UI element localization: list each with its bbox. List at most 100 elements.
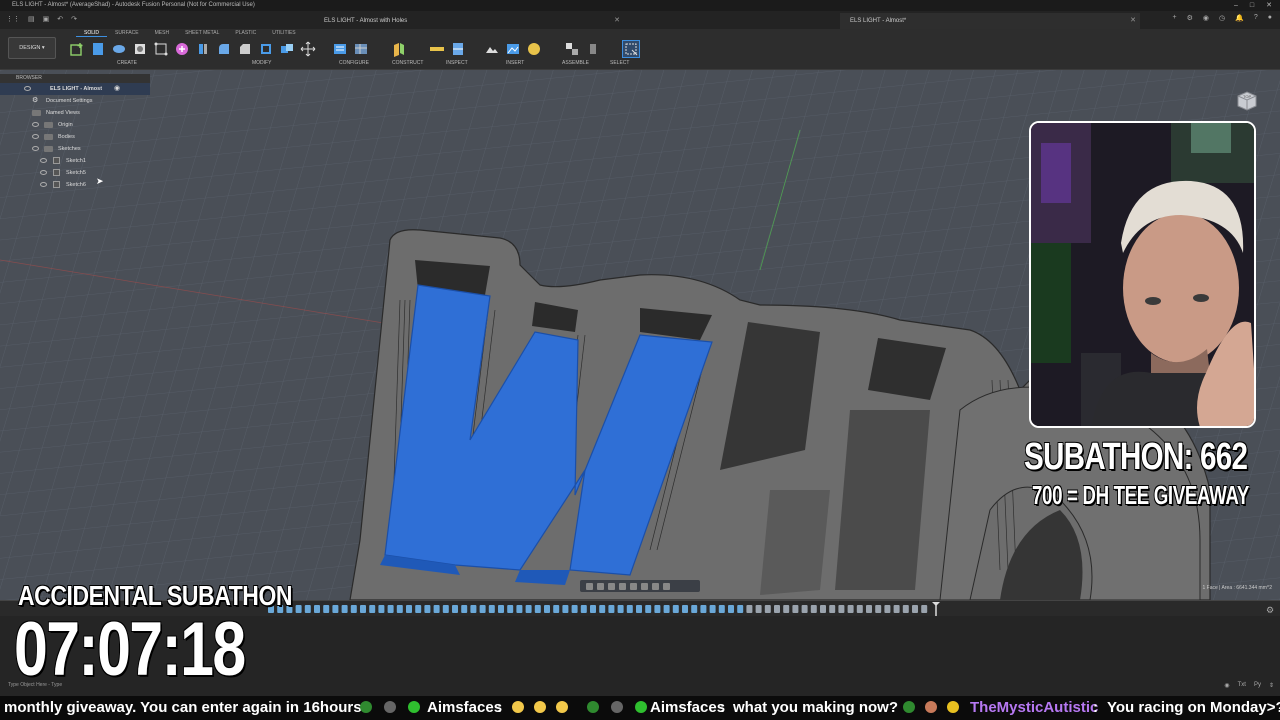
- close-icon[interactable]: ✕: [614, 13, 620, 29]
- timeline-feature-icon[interactable]: [433, 605, 440, 613]
- timeline-feature-icon[interactable]: [691, 605, 698, 613]
- timeline-feature-icon[interactable]: [599, 605, 606, 613]
- viewports-icon[interactable]: [663, 582, 670, 590]
- timeline-feature-icon[interactable]: [562, 605, 569, 613]
- zoom-icon[interactable]: [619, 582, 626, 590]
- tab-solid[interactable]: SOLID: [76, 30, 108, 37]
- timeline-feature-icon[interactable]: [663, 605, 670, 613]
- timeline-feature-icon[interactable]: [783, 605, 790, 613]
- fit-point-icon[interactable]: [152, 40, 170, 58]
- timeline-feature-icon[interactable]: [516, 605, 523, 613]
- tab-els-light-holes[interactable]: ELS LIGHT - Almost with Holes ✕: [314, 13, 624, 29]
- fillet-icon[interactable]: [215, 40, 233, 58]
- orbit-icon[interactable]: [586, 582, 593, 590]
- chamfer-icon[interactable]: [236, 40, 254, 58]
- clock-icon[interactable]: ◷: [1219, 14, 1225, 22]
- tab-utilities[interactable]: UTILITIES: [264, 30, 303, 37]
- revolve-icon[interactable]: [131, 40, 149, 58]
- minimize-icon[interactable]: –: [1234, 0, 1238, 11]
- timeline-feature-icon[interactable]: [608, 605, 615, 613]
- group-modify[interactable]: MODIFY: [252, 60, 271, 66]
- eye-icon[interactable]: [40, 182, 47, 187]
- timeline-feature-icon[interactable]: [369, 605, 376, 613]
- timeline-feature-icon[interactable]: [387, 605, 394, 613]
- timeline-feature-icon[interactable]: [424, 605, 431, 613]
- new-tab-icon[interactable]: +: [1173, 14, 1177, 22]
- tab-sheet-metal[interactable]: SHEET METAL: [177, 30, 227, 37]
- look-at-icon[interactable]: [597, 582, 604, 590]
- timeline-feature-icon[interactable]: [295, 605, 302, 613]
- browser-item-document-settings[interactable]: ⚙ Document Settings: [0, 95, 150, 107]
- timeline-feature-icon[interactable]: [314, 605, 320, 613]
- timeline-feature-icon[interactable]: [617, 605, 624, 613]
- tab-mesh[interactable]: MESH: [147, 30, 177, 37]
- timeline-feature-icon[interactable]: [801, 605, 808, 613]
- timeline-feature-icon[interactable]: [452, 605, 458, 613]
- timeline-feature-icon[interactable]: [875, 605, 882, 613]
- browser-item-origin[interactable]: Origin: [0, 119, 150, 131]
- timeline-feature-icon[interactable]: [626, 605, 633, 613]
- create-form-icon[interactable]: [89, 40, 107, 58]
- workspace-switcher[interactable]: DESIGN ▾: [8, 37, 56, 59]
- timeline-feature-icon[interactable]: [645, 605, 652, 613]
- close-icon[interactable]: ✕: [1266, 0, 1272, 11]
- text-commands-icon[interactable]: Txt: [1238, 682, 1246, 689]
- timeline-feature-icon[interactable]: [378, 605, 385, 613]
- save-icon[interactable]: ▣: [43, 15, 50, 23]
- timeline-feature-icon[interactable]: [341, 605, 348, 613]
- view-cube[interactable]: TOP: [1234, 88, 1260, 114]
- timeline-feature-icon[interactable]: [820, 605, 826, 613]
- timeline-feature-icon[interactable]: [654, 605, 661, 613]
- timeline-feature-icon[interactable]: [304, 605, 311, 613]
- notifications-icon[interactable]: 🔔: [1235, 14, 1244, 22]
- eye-icon[interactable]: [32, 122, 39, 127]
- eye-icon[interactable]: [24, 86, 31, 91]
- display-settings-icon[interactable]: [641, 582, 648, 590]
- browser-item-named-views[interactable]: Named Views: [0, 107, 150, 119]
- timeline-feature-icon[interactable]: [488, 605, 495, 613]
- group-configure[interactable]: CONFIGURE: [339, 60, 369, 66]
- browser-root[interactable]: ELS LIGHT - Almost ◉: [0, 83, 150, 95]
- eye-icon[interactable]: [40, 170, 47, 175]
- timeline-feature-icon[interactable]: [774, 605, 780, 613]
- timeline-feature-icon[interactable]: [682, 605, 688, 613]
- tab-els-light-almost[interactable]: ELS LIGHT - Almost* ✕: [840, 13, 1140, 29]
- job-status-icon[interactable]: ◉: [1203, 14, 1209, 22]
- timeline-feature-icon[interactable]: [553, 605, 560, 613]
- group-create[interactable]: CREATE: [117, 60, 137, 66]
- timeline-feature-icon[interactable]: [636, 605, 642, 613]
- timeline-feature-icon[interactable]: [580, 605, 587, 613]
- timeline-feature-icon[interactable]: [728, 605, 734, 613]
- timeline-feature-icon[interactable]: [829, 605, 836, 613]
- timeline-feature-icon[interactable]: [415, 605, 422, 613]
- timeline-feature-icon[interactable]: [498, 605, 504, 613]
- measure-icon[interactable]: [428, 40, 446, 58]
- timeline-feature-icon[interactable]: [709, 605, 716, 613]
- timeline-feature-icon[interactable]: [893, 605, 900, 613]
- timeline-feature-icon[interactable]: [866, 605, 872, 613]
- help-icon[interactable]: ?: [1254, 14, 1258, 22]
- extrude-icon[interactable]: [110, 40, 128, 58]
- insert-canvas-icon[interactable]: [504, 40, 522, 58]
- radio-icon[interactable]: ◉: [114, 83, 120, 95]
- configure-table-icon[interactable]: [352, 40, 370, 58]
- insert-mesh-icon[interactable]: [483, 40, 501, 58]
- timeline-feature-icon[interactable]: [461, 605, 468, 613]
- select-icon[interactable]: [622, 40, 640, 58]
- timeline-feature-icon[interactable]: [700, 605, 707, 613]
- eye-icon[interactable]: [32, 146, 39, 151]
- browser-item-sketch5[interactable]: Sketch5: [0, 167, 150, 179]
- timeline-feature-icon[interactable]: [571, 605, 578, 613]
- timeline-feature-icon[interactable]: [350, 605, 357, 613]
- timeline-feature-icon[interactable]: [479, 605, 486, 613]
- move-icon[interactable]: [299, 40, 317, 58]
- inspect-section-icon[interactable]: [449, 40, 467, 58]
- group-insert[interactable]: INSERT: [506, 60, 524, 66]
- pan-icon[interactable]: [608, 582, 615, 590]
- group-construct[interactable]: CONSTRUCT: [392, 60, 423, 66]
- timeline-feature-icon[interactable]: [718, 605, 725, 613]
- timeline-feature-icon[interactable]: [534, 605, 541, 613]
- timeline-feature-icon[interactable]: [755, 605, 762, 613]
- timeline-feature-icon[interactable]: [544, 605, 550, 613]
- settings-icon[interactable]: ◉: [1224, 682, 1229, 689]
